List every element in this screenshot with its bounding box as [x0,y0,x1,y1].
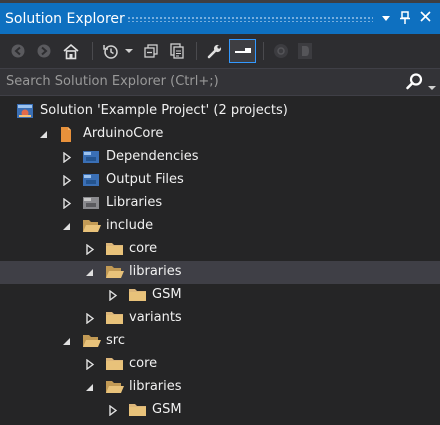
search-options-dropdown-icon[interactable] [428,80,436,95]
expanded-arrow-icon[interactable] [85,267,95,278]
tree-item[interactable]: variants [0,307,440,330]
tree-item[interactable]: ArduinoCore [0,123,440,146]
tree-item[interactable]: Dependencies [0,146,440,169]
collapse-all-icon[interactable] [140,40,162,62]
tree-item-label: ArduinoCore [83,126,164,141]
folder-icon [128,287,146,303]
disabled-tool-icon [294,40,316,62]
tree-item[interactable]: Solution 'Example Project' (2 projects) [0,100,440,123]
tree-item[interactable]: src [0,330,440,353]
tree-item-label: src [106,333,125,348]
solution-explorer-toolbar [0,34,440,68]
collapsed-arrow-icon[interactable] [85,312,95,325]
collapsed-arrow-icon[interactable] [108,289,118,302]
folder-open-icon [82,218,101,234]
collapsed-arrow-icon[interactable] [85,243,95,256]
collapsed-arrow-icon[interactable] [62,197,72,210]
preview-selected-items-icon[interactable] [229,39,256,63]
search-bar: Search Solution Explorer (Ctrl+;) [0,68,440,96]
project-icon [59,126,77,142]
folder-icon [105,241,123,257]
toolbar-separator [196,42,197,60]
toolbar-separator [92,42,93,60]
folder-icon [128,402,146,418]
forward-arrow-icon[interactable] [34,40,54,62]
tree-item-label: Solution 'Example Project' (2 projects) [40,103,288,118]
wrench-icon[interactable] [203,40,225,62]
tree-item[interactable]: libraries [0,261,440,284]
window-position-dropdown-icon[interactable] [378,11,394,27]
history-icon[interactable] [100,40,122,62]
expanded-arrow-icon[interactable] [62,221,72,232]
tree-item-label: Output Files [106,172,184,187]
tree-item[interactable]: core [0,238,440,261]
tree-item[interactable]: include [0,215,440,238]
collapsed-arrow-icon[interactable] [108,404,118,417]
search-icon[interactable] [405,72,427,92]
folder-open-icon [82,333,101,349]
tree-item[interactable]: GSM [0,284,440,307]
folder-icon [105,310,123,326]
folder-icon [105,356,123,372]
disabled-tool-icon [270,40,292,62]
expanded-arrow-icon[interactable] [39,129,49,140]
virtual-folder-icon [82,172,100,188]
virtual-folder-icon [82,149,100,165]
drag-grip[interactable] [127,16,373,22]
expanded-arrow-icon[interactable] [62,336,72,347]
tree-item-label: Dependencies [106,149,199,164]
back-arrow-icon[interactable] [8,40,28,62]
tree-item-label: libraries [129,379,182,394]
tree-item[interactable]: GSM [0,399,440,422]
tree-item[interactable]: libraries [0,376,440,399]
folder-open-icon [105,379,124,395]
close-icon[interactable] [417,11,433,27]
tree-item-label: core [129,356,158,371]
solution-icon [16,103,34,119]
folder-open-icon [105,264,124,280]
solution-tree: Solution 'Example Project' (2 projects) A… [0,100,440,425]
tree-item-label: libraries [129,264,182,279]
home-icon[interactable] [60,40,82,62]
history-dropdown-icon[interactable] [123,40,135,62]
collapsed-arrow-icon[interactable] [85,358,95,371]
pin-icon[interactable] [397,11,413,30]
tree-item-label: GSM [152,287,182,302]
sync-with-active-document-icon[interactable] [166,40,188,62]
toolbar-separator [263,42,264,60]
library-icon [82,195,100,211]
tree-item-label: Libraries [106,195,163,210]
panel-title: Solution Explorer [5,11,125,27]
tree-item-label: include [106,218,154,233]
tree-item[interactable]: Output Files [0,169,440,192]
panel-title-bar: Solution Explorer [0,0,440,34]
search-input[interactable]: Search Solution Explorer (Ctrl+;) [6,74,219,89]
tree-item-label: variants [129,310,182,325]
collapsed-arrow-icon[interactable] [62,174,72,187]
tree-item-label: GSM [152,402,182,417]
expanded-arrow-icon[interactable] [85,382,95,393]
tree-item-label: core [129,241,158,256]
collapsed-arrow-icon[interactable] [62,151,72,164]
tree-item[interactable]: Libraries [0,192,440,215]
tree-item[interactable]: core [0,353,440,376]
